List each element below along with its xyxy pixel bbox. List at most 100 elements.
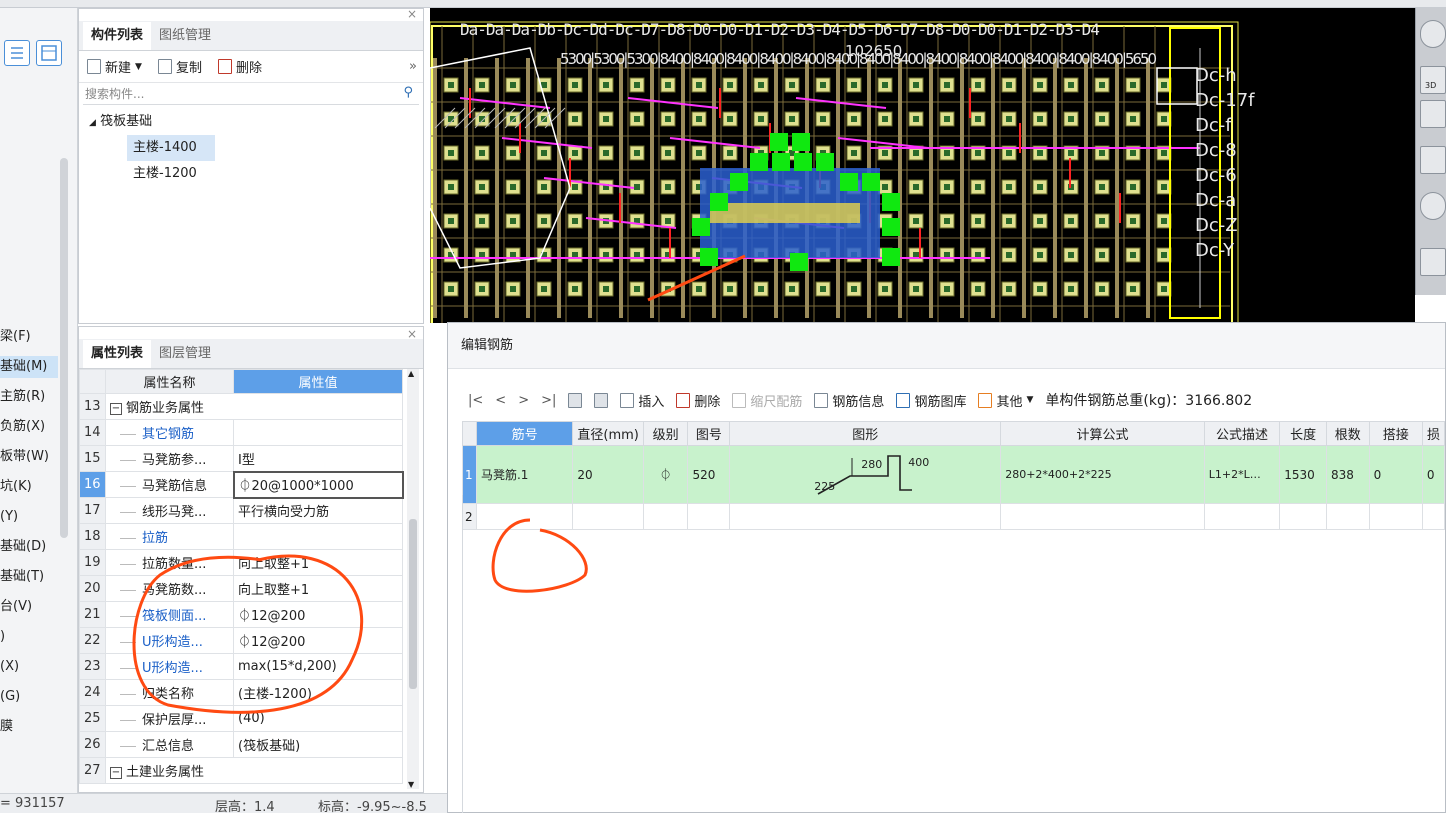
scroll-up-icon[interactable]: ▲ bbox=[408, 369, 414, 378]
property-value[interactable]: 平行横向受力筋 bbox=[233, 497, 403, 524]
property-row[interactable]: 26 汇总信息 (筏板基础) bbox=[79, 731, 403, 758]
new-button[interactable]: 新建 ▼ bbox=[87, 57, 142, 76]
sidebar-item[interactable]: 基础(M) bbox=[0, 356, 58, 378]
move-up-icon[interactable] bbox=[568, 392, 583, 408]
cube-view-icon[interactable] bbox=[1420, 146, 1446, 174]
scroll-down-icon[interactable]: ▼ bbox=[408, 780, 414, 789]
table-row[interactable]: 1 马凳筋.1 20 ⏀ 520 225 280 400 280+2*400+2… bbox=[462, 445, 1446, 504]
property-row[interactable]: 21 筏板侧面... ⏀12@200 bbox=[79, 601, 403, 628]
cell-grade[interactable]: ⏀ bbox=[642, 445, 689, 504]
property-row[interactable]: 20 马凳筋数... 向上取整+1 bbox=[79, 575, 403, 602]
search-input[interactable]: 搜索构件... ⚲ bbox=[83, 83, 419, 105]
tree-item-main-1200[interactable]: 主楼-1200 bbox=[127, 161, 215, 187]
other-button[interactable]: 其他 ▼ bbox=[978, 391, 1033, 410]
sidebar-item[interactable]: (X) bbox=[0, 656, 19, 678]
property-value[interactable]: (40) bbox=[233, 705, 403, 732]
first-button[interactable]: |< bbox=[468, 393, 483, 408]
cell-count[interactable]: 838 bbox=[1325, 445, 1370, 504]
property-value[interactable]: (筏板基础) bbox=[233, 731, 403, 758]
cell-figure-no[interactable]: 520 bbox=[687, 445, 731, 504]
property-value[interactable]: 向上取整+1 bbox=[233, 575, 403, 602]
close-icon[interactable]: × bbox=[407, 327, 417, 341]
col-header[interactable]: 搭接 bbox=[1368, 421, 1423, 446]
property-row[interactable]: 14 其它钢筋 bbox=[79, 419, 403, 446]
col-header[interactable]: 公式描述 bbox=[1203, 421, 1281, 446]
cell-lap[interactable]: 0 bbox=[1368, 445, 1423, 504]
copy-button[interactable]: 复制 bbox=[157, 57, 202, 76]
sidebar-item[interactable]: 梁(F) bbox=[0, 326, 31, 348]
sidebar-item[interactable]: 基础(T) bbox=[0, 566, 44, 588]
delete-button[interactable]: 删除 bbox=[217, 57, 262, 76]
sidebar-item[interactable]: 基础(D) bbox=[0, 536, 46, 558]
property-row[interactable]: 13− 钢筋业务属性 bbox=[79, 393, 403, 420]
prev-button[interactable]: < bbox=[495, 393, 506, 408]
rebar-library-button[interactable]: 钢筋图库 bbox=[896, 391, 966, 410]
property-value[interactable]: 向上取整+1 bbox=[233, 549, 403, 576]
tab-component-list[interactable]: 构件列表 bbox=[83, 22, 152, 50]
sidebar-item[interactable]: 台(V) bbox=[0, 596, 32, 618]
property-row[interactable]: 16 马凳筋信息 ⏀20@1000*1000 bbox=[79, 470, 404, 499]
col-header[interactable]: 级别 bbox=[642, 421, 689, 446]
property-row[interactable]: 24 归类名称 (主楼-1200) bbox=[79, 679, 403, 706]
property-value[interactable]: ⏀12@200 bbox=[233, 601, 403, 628]
property-row[interactable]: 17 线形马凳... 平行横向受力筋 bbox=[79, 497, 403, 524]
cell-bar-name[interactable] bbox=[475, 503, 574, 530]
col-header[interactable]: 损 bbox=[1421, 421, 1446, 446]
next-button[interactable]: > bbox=[518, 393, 529, 408]
move-down-icon[interactable] bbox=[594, 392, 609, 408]
orbit-icon[interactable] bbox=[1420, 20, 1446, 48]
sidebar-item[interactable]: (Y) bbox=[0, 506, 18, 528]
property-value[interactable]: ⏀20@1000*1000 bbox=[232, 470, 404, 499]
sidebar-item[interactable]: 坑(K) bbox=[0, 476, 32, 498]
sidebar-item[interactable]: (G) bbox=[0, 686, 20, 708]
sidebar-scrollbar[interactable] bbox=[60, 158, 68, 538]
col-header[interactable]: 筋号 bbox=[475, 421, 574, 446]
property-value[interactable]: max(15*d,200) bbox=[233, 653, 403, 680]
more-icon[interactable]: » bbox=[409, 59, 417, 74]
scale-rebar-button[interactable]: 缩尺配筋 bbox=[732, 391, 802, 410]
collapse-icon[interactable]: − bbox=[110, 766, 122, 779]
cell-length[interactable]: 1530 bbox=[1279, 445, 1327, 504]
delete-row-button[interactable]: 删除 bbox=[676, 391, 720, 410]
list-view-icon[interactable] bbox=[4, 40, 30, 66]
cell-diameter[interactable]: 20 bbox=[572, 445, 644, 504]
insert-button[interactable]: 插入 bbox=[620, 391, 664, 410]
cell-formula-desc[interactable]: L1+2*L… bbox=[1203, 445, 1281, 504]
col-header[interactable]: 图号 bbox=[687, 421, 731, 446]
sidebar-item[interactable]: 主筋(R) bbox=[0, 386, 45, 408]
col-header[interactable]: 长度 bbox=[1279, 421, 1327, 446]
property-row[interactable]: 22 U形构造... ⏀12@200 bbox=[79, 627, 403, 654]
cell-loss[interactable]: 0 bbox=[1421, 445, 1446, 504]
cell-bar-name[interactable]: 马凳筋.1 bbox=[475, 445, 574, 504]
sidebar-item[interactable]: ) bbox=[0, 626, 5, 648]
search-icon[interactable]: ⚲ bbox=[403, 85, 413, 100]
property-row[interactable]: 15 马凳筋参... Ⅰ型 bbox=[79, 445, 403, 472]
tree-item-main-1400[interactable]: 主楼-1400 bbox=[127, 135, 215, 161]
cell-shape[interactable]: 225 280 400 bbox=[729, 445, 1002, 504]
sidebar-item[interactable]: 负筋(X) bbox=[0, 416, 45, 438]
tree-root[interactable]: ◢ 筏板基础 bbox=[79, 109, 423, 135]
property-row[interactable]: 25 保护层厚... (40) bbox=[79, 705, 403, 732]
property-row[interactable]: 23 U形构造... max(15*d,200) bbox=[79, 653, 403, 680]
cad-viewport[interactable]: Da-Da-Da-Db-Dc-Dd-Dc-D7-D8-D0-D0-D1-D2-D… bbox=[430, 8, 1415, 323]
rotate-icon[interactable] bbox=[1420, 192, 1446, 220]
tab-property-list[interactable]: 属性列表 bbox=[83, 340, 152, 368]
col-header[interactable]: 直径(mm) bbox=[572, 421, 644, 446]
tab-drawing-manage[interactable]: 图纸管理 bbox=[151, 22, 219, 50]
collapse-icon[interactable]: − bbox=[110, 402, 122, 415]
sidebar-item[interactable]: 膜 bbox=[0, 716, 13, 738]
layout-icon[interactable] bbox=[1420, 248, 1446, 276]
property-row[interactable]: 18 拉筋 bbox=[79, 523, 403, 550]
property-scrollbar[interactable]: ▲ ▼ bbox=[407, 369, 419, 789]
sidebar-item[interactable]: 板带(W) bbox=[0, 446, 49, 468]
last-button[interactable]: >| bbox=[541, 393, 556, 408]
rebar-info-button[interactable]: 钢筋信息 bbox=[814, 391, 884, 410]
property-row[interactable]: 27− 土建业务属性 bbox=[79, 757, 403, 784]
cell-formula[interactable]: 280+2*400+2*225 bbox=[1000, 445, 1205, 504]
property-value[interactable] bbox=[233, 419, 403, 446]
property-value[interactable] bbox=[233, 523, 403, 550]
view-3d-icon[interactable]: 3D bbox=[1420, 66, 1446, 94]
property-value[interactable]: Ⅰ型 bbox=[233, 445, 403, 472]
property-value[interactable]: ⏀12@200 bbox=[233, 627, 403, 654]
top-view-icon[interactable] bbox=[1420, 100, 1446, 128]
